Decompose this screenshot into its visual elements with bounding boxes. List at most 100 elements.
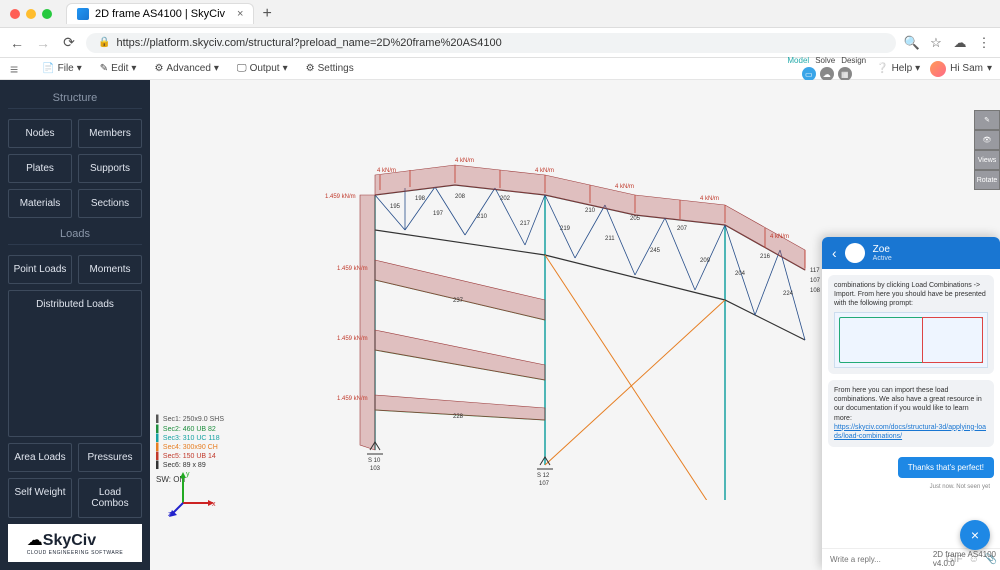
chat-agent-name: Zoe: [873, 244, 892, 255]
section-structure: Structure: [8, 88, 142, 109]
svg-text:237: 237: [453, 298, 464, 304]
url-text: https://platform.skyciv.com/structural?p…: [116, 37, 501, 49]
fullscreen-window-icon[interactable]: [42, 9, 52, 19]
tab-close-icon[interactable]: ×: [237, 8, 243, 20]
help-menu[interactable]: ❔ Help ▾: [876, 63, 920, 74]
chat-text-input[interactable]: [830, 555, 940, 564]
svg-text:210: 210: [477, 214, 488, 220]
chat-seen-status: Just now. Not seen yet: [828, 482, 994, 492]
sections-button[interactable]: Sections: [78, 189, 142, 218]
distributed-loads-button[interactable]: Distributed Loads: [8, 290, 142, 437]
browser-tab[interactable]: 2D frame AS4100 | SkyCiv ×: [66, 3, 254, 24]
model-canvas[interactable]: 4 kN/m 4 kN/m 4 kN/m 4 kN/m 4 kN/m 4 kN/…: [150, 80, 1000, 570]
avatar-icon: [930, 61, 946, 77]
legend-item: ▌ Sec1: 250x9.0 SHS: [156, 415, 224, 424]
structural-frame: 4 kN/m 4 kN/m 4 kN/m 4 kN/m 4 kN/m 4 kN/…: [305, 80, 905, 500]
chat-avatar-icon: [845, 243, 865, 263]
svg-text:216: 216: [760, 254, 771, 260]
svg-text:208: 208: [455, 194, 466, 200]
new-tab-button[interactable]: +: [262, 5, 271, 23]
members-button[interactable]: Members: [78, 119, 142, 148]
materials-button[interactable]: Materials: [8, 189, 72, 218]
svg-text:4 kN/m: 4 kN/m: [535, 168, 554, 174]
legend-item: ▌ Sec3: 310 UC 118: [156, 434, 224, 443]
extension-icon[interactable]: ☁︎: [952, 35, 968, 51]
svg-text:217: 217: [520, 221, 531, 227]
solve-mode-icon[interactable]: ☁: [820, 67, 834, 81]
plates-button[interactable]: Plates: [8, 154, 72, 183]
views-tool[interactable]: Views: [974, 150, 1000, 170]
pressures-button[interactable]: Pressures: [78, 443, 142, 472]
chat-doc-link[interactable]: https://skyciv.com/docs/structural-3d/ap…: [834, 424, 986, 440]
draw-tool[interactable]: ✎: [974, 110, 1000, 130]
svg-text:107: 107: [810, 278, 821, 284]
svg-text:4 kN/m: 4 kN/m: [377, 168, 396, 174]
mode-switcher[interactable]: Model Solve Design ▭ ☁ ▦: [787, 56, 866, 81]
model-mode-icon[interactable]: ▭: [802, 67, 816, 81]
settings-menu[interactable]: ⚙ Settings: [306, 63, 354, 74]
chat-body[interactable]: combinations by clicking Load Combinatio…: [822, 269, 1000, 548]
load-combos-button[interactable]: Load Combos: [78, 478, 142, 518]
chat-back-icon[interactable]: ‹: [832, 245, 837, 261]
rotate-tool[interactable]: Rotate: [974, 170, 1000, 190]
svg-text:z: z: [168, 511, 172, 518]
svg-text:209: 209: [700, 258, 711, 264]
file-menu[interactable]: 📄 File ▾: [42, 63, 82, 74]
svg-text:4 kN/m: 4 kN/m: [455, 158, 474, 164]
svg-text:198: 198: [415, 196, 426, 202]
svg-text:224: 224: [783, 291, 794, 297]
svg-text:195: 195: [390, 204, 401, 210]
legend-item: ▌ Sec2: 460 UB 82: [156, 425, 224, 434]
chat-status: Active: [873, 255, 892, 262]
svg-text:245: 245: [650, 248, 661, 254]
self-weight-button[interactable]: Self Weight: [8, 478, 72, 518]
chat-message: combinations by clicking Load Combinatio…: [828, 275, 994, 374]
output-menu[interactable]: 🖵 Output ▾: [237, 63, 288, 74]
svg-text:219: 219: [560, 226, 571, 232]
favicon-icon: [77, 8, 89, 20]
user-menu[interactable]: Hi Sam ▾: [930, 61, 992, 77]
svg-text:4 kN/m: 4 kN/m: [615, 184, 634, 190]
axis-gizmo: y x z: [168, 468, 218, 518]
svg-text:y: y: [186, 471, 190, 478]
close-window-icon[interactable]: [10, 9, 20, 19]
right-toolbar: ✎ 👁 Views Rotate: [974, 110, 1000, 190]
edit-menu[interactable]: ✎ Edit ▾: [100, 63, 137, 74]
section-legend: ▌ Sec1: 250x9.0 SHS▌ Sec2: 460 UB 82▌ Se…: [156, 415, 224, 470]
chat-message: From here you can import these load comb…: [828, 380, 994, 447]
svg-text:x: x: [212, 501, 216, 508]
section-loads: Loads: [8, 224, 142, 245]
supports-button[interactable]: Supports: [78, 154, 142, 183]
reload-button[interactable]: ⟳: [60, 34, 78, 51]
back-button[interactable]: ←: [8, 35, 26, 51]
hamburger-icon[interactable]: ≡: [10, 61, 18, 77]
legend-item: ▌ Sec5: 150 UB 14: [156, 452, 224, 461]
chat-close-fab[interactable]: ×: [960, 520, 990, 550]
svg-text:202: 202: [500, 196, 511, 202]
svg-text:210: 210: [585, 208, 596, 214]
search-icon[interactable]: 🔍: [904, 35, 920, 51]
window-chrome: 2D frame AS4100 | SkyCiv × +: [0, 0, 1000, 28]
address-bar: ← → ⟳ 🔒 https://platform.skyciv.com/stru…: [0, 28, 1000, 58]
minimize-window-icon[interactable]: [26, 9, 36, 19]
design-mode-icon[interactable]: ▦: [838, 67, 852, 81]
svg-text:S 10: S 10: [368, 458, 381, 464]
kebab-menu-icon[interactable]: ⋮: [976, 35, 992, 51]
advanced-menu[interactable]: ⚙ Advanced ▾: [154, 63, 218, 74]
legend-item: ▌ Sec4: 300x90 CH: [156, 443, 224, 452]
svg-text:1.459 kN/m: 1.459 kN/m: [337, 396, 368, 402]
star-icon[interactable]: ☆: [928, 35, 944, 51]
footer-filename: 2D frame AS4100: [933, 550, 996, 559]
moments-button[interactable]: Moments: [78, 255, 142, 284]
sidebar: Structure Nodes Members Plates Supports …: [0, 80, 150, 570]
forward-button[interactable]: →: [34, 35, 52, 51]
visibility-tool[interactable]: 👁: [974, 130, 1000, 150]
area-loads-button[interactable]: Area Loads: [8, 443, 72, 472]
svg-text:107: 107: [539, 481, 550, 487]
url-input[interactable]: 🔒 https://platform.skyciv.com/structural…: [86, 33, 896, 53]
svg-text:1.459 kN/m: 1.459 kN/m: [337, 336, 368, 342]
point-loads-button[interactable]: Point Loads: [8, 255, 72, 284]
traffic-lights: [10, 9, 52, 19]
nodes-button[interactable]: Nodes: [8, 119, 72, 148]
svg-text:205: 205: [630, 216, 641, 222]
